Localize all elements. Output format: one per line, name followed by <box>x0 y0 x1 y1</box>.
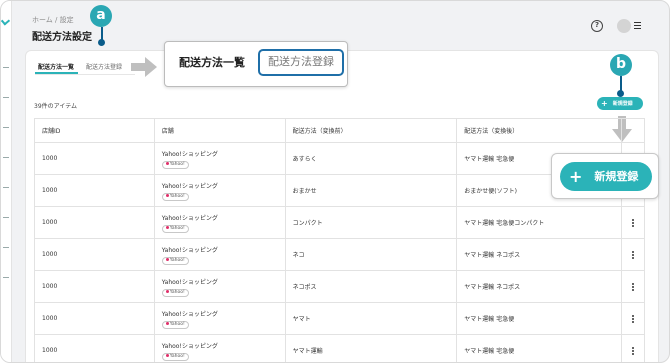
column-header-actions <box>620 118 646 143</box>
table-row[interactable]: 1000 Yahoo!ショッピング Yahoo! ネコポス ヤマト運輸 ネコポス <box>34 270 646 303</box>
cell-shop-id: 1000 <box>34 206 155 239</box>
column-header-shop-id[interactable]: 店舗ID <box>34 118 155 143</box>
shop-name: Yahoo!ショッピング <box>161 310 218 318</box>
tab-delivery-register[interactable]: 配送方法登録 <box>86 62 122 71</box>
avatar[interactable] <box>617 19 631 33</box>
cell-after: ヤマト運輸 宅急便 <box>456 334 622 362</box>
callout-a: a <box>90 5 112 27</box>
cell-before: ネコポス <box>284 270 458 303</box>
cell-shop-id: 1000 <box>34 142 155 175</box>
callout-b: b <box>610 54 632 76</box>
item-count: 39件のアイテム <box>34 103 78 110</box>
plus-icon: + <box>569 167 583 186</box>
plus-icon: + <box>601 99 608 108</box>
cell-before: ヤマト <box>284 302 458 335</box>
kebab-icon[interactable] <box>620 334 646 362</box>
sidebar-item[interactable] <box>3 187 9 191</box>
yahoo-badge: Yahoo! <box>161 192 189 201</box>
cell-after: ヤマト運輸 ネコポス <box>456 270 622 303</box>
cell-shop: Yahoo!ショッピング Yahoo! <box>153 334 286 362</box>
zoom-tab-delivery-list: 配送方法一覧 <box>179 56 245 69</box>
new-register-label: 新規登録 <box>612 101 633 107</box>
column-header-before[interactable]: 配送方法（変換前） <box>284 118 458 143</box>
logo-icon <box>1 16 11 26</box>
cell-shop: Yahoo!ショッピング Yahoo! <box>153 142 286 175</box>
cell-after: ヤマト運輸 ネコポス <box>456 238 622 271</box>
badge-label: Yahoo! <box>169 353 185 359</box>
sidebar-item[interactable] <box>3 247 9 251</box>
cell-before: あすらく <box>284 142 458 175</box>
page-title: 配送方法設定 <box>32 32 92 43</box>
yahoo-badge: Yahoo! <box>161 352 189 361</box>
shop-name: Yahoo!ショッピング <box>161 246 218 254</box>
zoom-new-panel: + 新規登録 <box>551 153 659 199</box>
cell-before: おまかせ <box>284 174 458 207</box>
yahoo-badge: Yahoo! <box>161 224 189 233</box>
cell-shop: Yahoo!ショッピング Yahoo! <box>153 302 286 335</box>
sidebar-item[interactable] <box>3 67 9 71</box>
breadcrumb[interactable]: ホーム / 設定 <box>32 15 74 25</box>
cell-after: ヤマト運輸 宅急便コンパクト <box>456 206 622 239</box>
badge-label: Yahoo! <box>169 289 185 295</box>
sidebar-item[interactable] <box>3 127 9 131</box>
kebab-icon[interactable] <box>620 238 646 271</box>
badge-label: Yahoo! <box>169 193 185 199</box>
cell-before: ヤマト運輸 <box>284 334 458 362</box>
yahoo-badge: Yahoo! <box>161 320 189 329</box>
table-row[interactable]: 1000 Yahoo!ショッピング Yahoo! ネコ ヤマト運輸 ネコポス <box>34 238 646 271</box>
table-row[interactable]: 1000 Yahoo!ショッピング Yahoo! ヤマト ヤマト運輸 宅急便 <box>34 302 646 335</box>
cell-shop-id: 1000 <box>34 270 155 303</box>
badge-label: Yahoo! <box>169 257 185 263</box>
cell-shop: Yahoo!ショッピング Yahoo! <box>153 238 286 271</box>
sidebar-item[interactable] <box>3 157 9 161</box>
badge-label: Yahoo! <box>169 225 185 231</box>
callout-b-dot <box>617 90 624 97</box>
kebab-icon[interactable] <box>620 206 646 239</box>
new-register-button[interactable]: + 新規登録 <box>597 97 643 110</box>
cell-shop-id: 1000 <box>34 174 155 207</box>
callout-a-dot <box>98 39 105 46</box>
badge-label: Yahoo! <box>169 161 185 167</box>
zoom-new-register-button: + 新規登録 <box>560 162 652 191</box>
cell-before: ネコ <box>284 238 458 271</box>
cell-shop-id: 1000 <box>34 238 155 271</box>
table-row[interactable]: 1000 Yahoo!ショッピング Yahoo! コンパクト ヤマト運輸 宅急便コ… <box>34 206 646 239</box>
column-header-after[interactable]: 配送方法（変換後） <box>456 118 622 143</box>
yahoo-badge: Yahoo! <box>161 288 189 297</box>
column-header-shop[interactable]: 店舗 <box>153 118 286 143</box>
shop-name: Yahoo!ショッピング <box>161 150 218 158</box>
sidebar-item[interactable] <box>3 277 9 281</box>
cell-shop-id: 1000 <box>34 302 155 335</box>
zoom-tabs-panel: 配送方法一覧 配送方法登録 <box>164 41 348 87</box>
tab-divider <box>35 74 135 75</box>
cell-shop: Yahoo!ショッピング Yahoo! <box>153 206 286 239</box>
cell-shop: Yahoo!ショッピング Yahoo! <box>153 270 286 303</box>
shop-name: Yahoo!ショッピング <box>161 182 218 190</box>
table-row[interactable]: 1000 Yahoo!ショッピング Yahoo! ヤマト運輸 ヤマト運輸 宅急便 <box>34 334 646 362</box>
cell-before: コンパクト <box>284 206 458 239</box>
menu-icon[interactable] <box>634 22 641 29</box>
sidebar-item[interactable] <box>3 217 9 221</box>
shop-name: Yahoo!ショッピング <box>161 278 218 286</box>
table-header-row: 店舗ID 店舗 配送方法（変換前） 配送方法（変換後） <box>34 118 646 143</box>
yahoo-badge: Yahoo! <box>161 160 189 169</box>
shop-name: Yahoo!ショッピング <box>161 342 218 350</box>
cell-shop: Yahoo!ショッピング Yahoo! <box>153 174 286 207</box>
badge-label: Yahoo! <box>169 321 185 327</box>
arrow-right-icon <box>131 57 157 77</box>
cell-after: ヤマト運輸 宅急便 <box>456 302 622 335</box>
tab-delivery-list[interactable]: 配送方法一覧 <box>38 62 74 71</box>
app-window: ホーム / 設定 配送方法設定 ? 配送方法一覧 配送方法登録 a 配送方法一覧… <box>0 0 670 363</box>
yahoo-badge: Yahoo! <box>161 256 189 265</box>
kebab-icon[interactable] <box>620 302 646 335</box>
zoom-tab-delivery-register: 配送方法登録 <box>258 49 344 76</box>
shop-name: Yahoo!ショッピング <box>161 214 218 222</box>
help-circle-icon[interactable]: ? <box>591 20 603 32</box>
cell-shop-id: 1000 <box>34 334 155 362</box>
kebab-icon[interactable] <box>620 270 646 303</box>
zoom-new-register-label: 新規登録 <box>594 170 639 183</box>
sidebar <box>1 1 12 362</box>
sidebar-item[interactable] <box>3 97 9 101</box>
